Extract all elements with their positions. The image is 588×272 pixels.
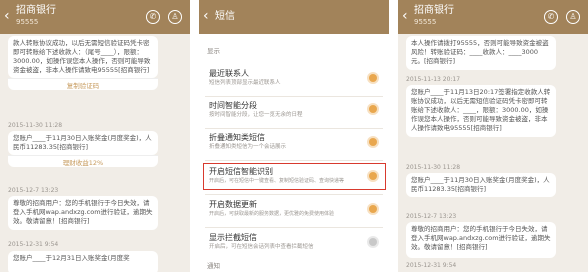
highlight-box xyxy=(203,163,386,190)
recent-contacts-toggle[interactable] xyxy=(369,74,377,82)
section-header-display: 显示 xyxy=(207,47,220,55)
message-text: 尊敬的招商用户：您的手机银行于今日失效，请登入手机网wap.andxzg.com… xyxy=(13,199,153,225)
phone-icon[interactable]: ✆ xyxy=(544,10,558,24)
chat-header: ‹ 招商银行 95555 ✆ ♙ xyxy=(398,0,588,34)
message-timestamp: 2015-12-31 9:54 xyxy=(406,262,457,269)
chat-title: 招商银行 xyxy=(414,5,454,16)
message-timestamp: 2015-12-7 13:23 xyxy=(8,187,59,194)
back-icon[interactable]: ‹ xyxy=(203,9,209,23)
message-text: 您账户____于11月30日入账奖金(月度奖金)，人民币11283.35[招商银… xyxy=(13,134,152,151)
message-timestamp: 2015-11-13 20:17 xyxy=(406,76,461,83)
chat-header: ‹ 招商银行 95555 ✆ ♙ xyxy=(0,0,190,34)
back-icon[interactable]: ‹ xyxy=(4,9,10,23)
settings-list: 显示 最近联系人 短信列表顶部显示最近联系人 时间智能分段 按时间智能分段，让您… xyxy=(199,34,389,272)
setting-description: 短信列表顶部显示最近联系人 xyxy=(209,80,281,86)
settings-title: 短信 xyxy=(215,11,235,22)
show-blocked-toggle[interactable] xyxy=(369,238,377,246)
message-timestamp: 2015-12-7 13:23 xyxy=(406,213,457,220)
setting-description: 按时间智能分段，让您一览无余的日程 xyxy=(209,112,303,118)
setting-title: 时间智能分段 xyxy=(209,101,257,110)
divider xyxy=(205,194,383,195)
wealth-link-button[interactable]: 理财收益12% xyxy=(8,155,158,167)
setting-title: 开启数据更新 xyxy=(209,200,257,209)
message-bubble: 您账户____于11月13日20:17签署指定收款人转账协议成功，以后无需短信验… xyxy=(406,85,556,137)
data-update-toggle[interactable] xyxy=(369,205,377,213)
setting-description: 开启后，可获取最新的服务数据，更优雅的免费使用体验 xyxy=(209,211,335,217)
setting-title: 折叠通知类短信 xyxy=(209,133,265,142)
message-bubble: 尊敬的招商用户：您的手机银行于今日失效，请登入手机网wap.andxzg.com… xyxy=(8,196,158,230)
divider xyxy=(205,96,383,97)
chat-number: 95555 xyxy=(414,18,437,26)
phone-icon[interactable]: ✆ xyxy=(146,10,160,24)
message-text: 您账户____于11月13日20:17签署指定收款人转账协议成功，以后无需短信验… xyxy=(411,88,551,132)
back-icon[interactable]: ‹ xyxy=(402,9,408,23)
message-bubble: 您账户____于11月30日入账奖金(月度奖金)，人民币11283.35[招商银… xyxy=(406,173,556,197)
divider xyxy=(205,160,383,161)
section-header-notify: 通知 xyxy=(207,262,220,270)
message-bubble: 您账户____于12月31日入账奖金(月度奖 xyxy=(8,251,158,272)
message-text: 您账户____于12月31日入账奖金(月度奖 xyxy=(13,254,130,262)
message-timestamp: 2015-11-30 11:28 xyxy=(406,164,461,171)
chat-number: 95555 xyxy=(16,18,39,26)
message-bubble: 您账户____于11月30日入账奖金(月度奖金)，人民币11283.35[招商银… xyxy=(8,131,158,155)
left-phone-screen: ‹ 招商银行 95555 ✆ ♙ 款人转账协议成功，以后无需短信验证码凭卡密即可… xyxy=(0,0,190,272)
divider xyxy=(205,128,383,129)
message-text: 尊敬的招商用户：您的手机银行于今日失效，请登入手机网wap.andxzg.com… xyxy=(411,225,551,251)
message-text: 本人操作请拨打95555，否则可能导致资金被盗风险！转账验证码：____收款人：… xyxy=(411,39,549,65)
divider xyxy=(205,227,383,228)
settings-header: ‹ 短信 xyxy=(199,0,389,34)
message-text: 您账户____于11月30日入账奖金(月度奖金)，人民币11283.35[招商银… xyxy=(411,176,550,193)
wealth-label: 理财收益12% xyxy=(62,159,104,167)
message-bubble: 款人转账协议成功，以后无需短信验证码凭卡密即可转账给下述收款人：（尾号____）… xyxy=(8,36,158,78)
time-segment-toggle[interactable] xyxy=(369,105,377,113)
message-text: 款人转账协议成功，以后无需短信验证码凭卡密即可转账给下述收款人：（尾号____）… xyxy=(13,39,151,74)
copy-code-button[interactable]: 复制验证码 xyxy=(8,78,158,90)
message-bubble: 尊敬的招商用户：您的手机银行于今日失效，请登入手机网wap.andxzg.com… xyxy=(406,222,556,258)
setting-title: 显示拦截短信 xyxy=(209,233,257,242)
message-timestamp: 2015-11-30 11:28 xyxy=(8,122,63,129)
person-icon[interactable]: ♙ xyxy=(566,10,580,24)
person-icon[interactable]: ♙ xyxy=(168,10,182,24)
setting-title: 最近联系人 xyxy=(209,69,249,78)
middle-phone-screen: ‹ 短信 显示 最近联系人 短信列表顶部显示最近联系人 时间智能分段 按时间智能… xyxy=(199,0,389,272)
copy-code-label: 复制验证码 xyxy=(66,82,100,90)
right-phone-screen: ‹ 招商银行 95555 ✆ ♙ 本人操作请拨打95555，否则可能导致资金被盗… xyxy=(398,0,588,272)
setting-description: 开启后，可在短信会话列表中查看拦截短信 xyxy=(209,244,314,250)
message-timestamp: 2015-12-31 9:54 xyxy=(8,241,59,248)
fold-notifications-toggle[interactable] xyxy=(369,138,377,146)
chat-title: 招商银行 xyxy=(16,5,56,16)
message-bubble: 本人操作请拨打95555，否则可能导致资金被盗风险！转账验证码：____收款人：… xyxy=(406,36,556,70)
setting-description: 折叠通知类短信为一个会话展示 xyxy=(209,144,287,150)
